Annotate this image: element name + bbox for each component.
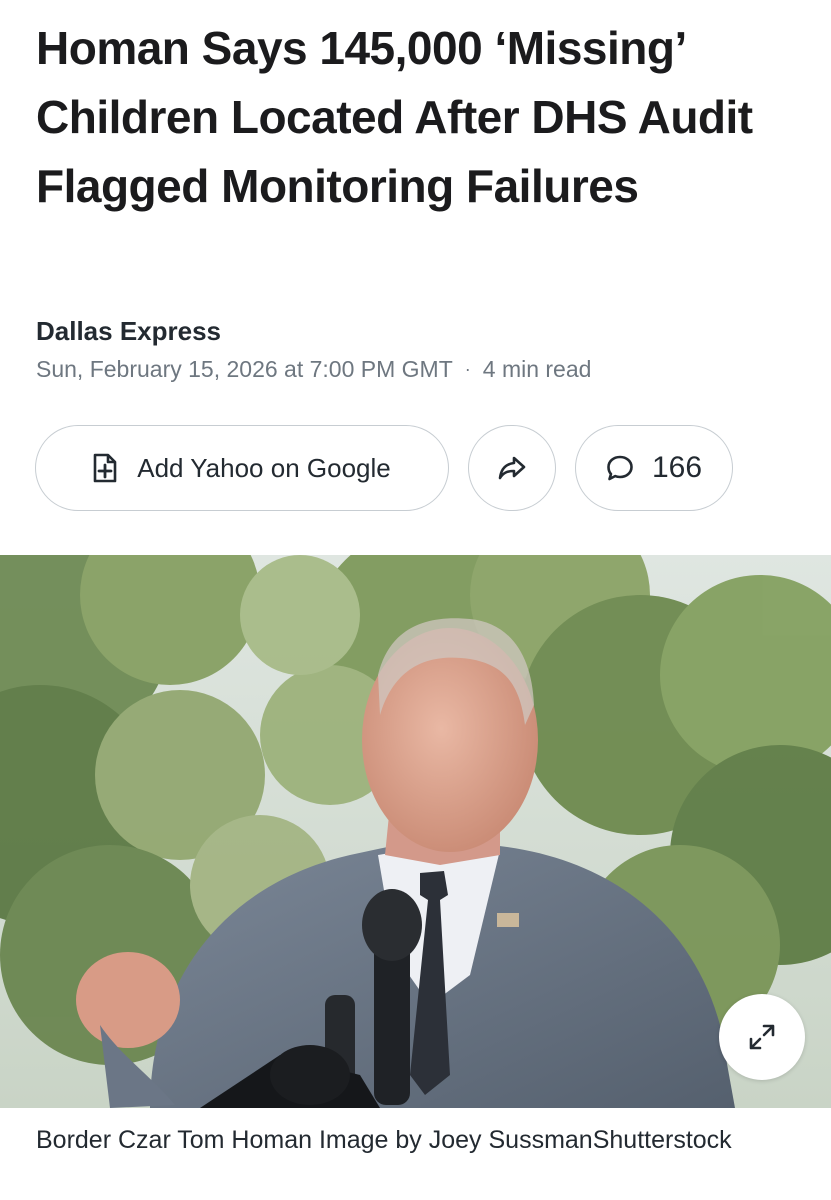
read-time: 4 min read	[482, 356, 592, 382]
photo-caption: Border Czar Tom Homan Image by Joey Suss…	[36, 1126, 732, 1154]
article-meta: Sun, February 15, 2026 at 7:00 PM GMT · …	[36, 356, 591, 383]
expand-image-button[interactable]	[719, 994, 805, 1080]
meta-separator: ·	[464, 359, 471, 379]
article-headline: Homan Says 145,000 ‘Missing’ Children Lo…	[36, 22, 753, 212]
add-document-icon	[93, 453, 117, 483]
expand-arrows-icon	[747, 1022, 777, 1052]
article-page: Homan Says 145,000 ‘Missing’ Children Lo…	[0, 0, 831, 1200]
publish-date: Sun, February 15, 2026 at 7:00 PM GMT	[36, 356, 453, 382]
share-arrow-icon	[498, 455, 526, 481]
add-yahoo-on-google-label: Add Yahoo on Google	[137, 452, 391, 483]
speech-bubble-icon	[606, 454, 634, 482]
add-yahoo-on-google-button[interactable]: Add Yahoo on Google	[35, 425, 449, 511]
comments-count: 166	[651, 451, 703, 484]
article-photo[interactable]	[0, 555, 831, 1108]
article-source[interactable]: Dallas Express	[36, 316, 221, 347]
photo-scene	[0, 555, 831, 1108]
comments-button[interactable]: 166	[575, 425, 733, 511]
share-button[interactable]	[468, 425, 556, 511]
